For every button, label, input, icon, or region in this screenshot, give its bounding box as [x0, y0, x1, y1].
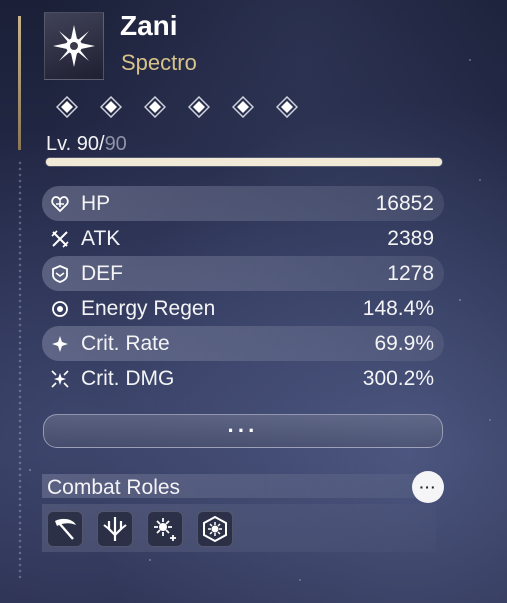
- element-name: Spectro: [121, 50, 197, 75]
- level-max: 90: [104, 133, 127, 155]
- crit-dmg-icon: [49, 368, 71, 390]
- sequence-node-5[interactable]: [232, 96, 254, 118]
- accent-bar: [18, 16, 21, 150]
- level-progress-fill: [46, 158, 442, 166]
- sequence-node-3[interactable]: [144, 96, 166, 118]
- scythe-icon[interactable]: [47, 511, 83, 547]
- character-name: Zani: [120, 10, 178, 41]
- stat-row-hp: HP 16852: [42, 186, 444, 221]
- stats-list: HP 16852 ATK 2389 DEF 1278 Energy Regen …: [42, 186, 444, 396]
- sequence-node-6[interactable]: [276, 96, 298, 118]
- level-text: Lv. 90/90: [46, 133, 127, 156]
- diamond-icon: [56, 96, 78, 118]
- sequence-node-2[interactable]: [100, 96, 122, 118]
- combat-roles-title: Combat Roles: [47, 476, 181, 499]
- diamond-icon: [232, 96, 254, 118]
- energy-regen-icon: [49, 298, 71, 320]
- stat-row-def: DEF 1278: [42, 256, 444, 291]
- sequence-node-1[interactable]: [56, 96, 78, 118]
- stat-row-crit-rate: Crit. Rate 69.9%: [42, 326, 444, 361]
- spectro-buff-icon[interactable]: [147, 511, 183, 547]
- stat-label: Energy Regen: [81, 296, 216, 320]
- stat-value: 2389: [387, 226, 434, 250]
- stat-value: 16852: [375, 191, 434, 215]
- diamond-icon: [276, 96, 298, 118]
- dotted-divider: [18, 160, 22, 580]
- stat-row-crit-dmg: Crit. DMG 300.2%: [42, 361, 444, 396]
- stat-label: Crit. DMG: [81, 366, 175, 390]
- stat-value: 1278: [387, 261, 434, 285]
- stat-row-energy-regen: Energy Regen 148.4%: [42, 291, 444, 326]
- hexagon-spectro-icon[interactable]: [197, 511, 233, 547]
- atk-icon: [49, 228, 71, 250]
- diamond-icon: [188, 96, 210, 118]
- diamond-icon: [100, 96, 122, 118]
- stat-row-atk: ATK 2389: [42, 221, 444, 256]
- stat-label: Crit. Rate: [81, 331, 170, 355]
- combat-role-icons: [47, 511, 233, 547]
- trident-icon[interactable]: [97, 511, 133, 547]
- stat-value: 300.2%: [362, 366, 434, 390]
- hp-icon: [49, 193, 71, 215]
- stat-value: 148.4%: [362, 296, 434, 320]
- combat-roles-more-button[interactable]: ···: [412, 471, 444, 503]
- level-current: Lv. 90/: [46, 133, 105, 155]
- sequence-node-4[interactable]: [188, 96, 210, 118]
- more-stats-button[interactable]: ···: [43, 414, 443, 448]
- crit-rate-icon: [49, 333, 71, 355]
- sequence-nodes: [56, 96, 298, 118]
- def-icon: [49, 263, 71, 285]
- level-progress-bar: [46, 158, 442, 166]
- stat-label: HP: [81, 191, 111, 215]
- stat-label: ATK: [81, 226, 121, 250]
- element-portrait: [44, 12, 104, 80]
- spectro-icon: [53, 25, 95, 67]
- stat-value: 69.9%: [374, 331, 434, 355]
- diamond-icon: [144, 96, 166, 118]
- stat-label: DEF: [81, 261, 123, 285]
